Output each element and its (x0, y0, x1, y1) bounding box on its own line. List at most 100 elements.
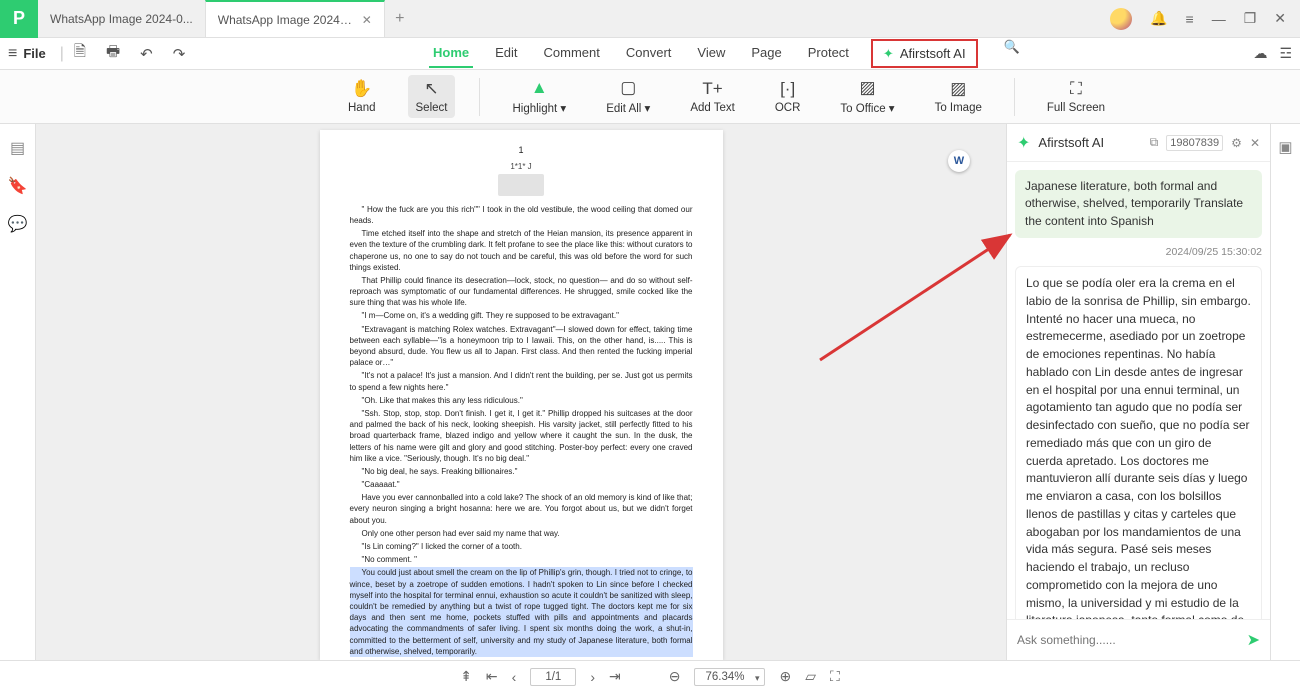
divider (1014, 78, 1015, 116)
document-tabs: WhatsApp Image 2024-0... WhatsApp Image … (38, 0, 1110, 37)
hamburger-icon[interactable]: ≡ (8, 45, 17, 63)
zoom-out-icon[interactable]: ⊖ (669, 668, 681, 685)
image-icon: ▨ (950, 79, 966, 99)
fit-width-icon[interactable]: ⛶ (830, 668, 840, 685)
page-header-image (498, 174, 544, 196)
right-sidebar: ▣ (1270, 124, 1300, 660)
minimize-icon[interactable]: — (1212, 11, 1226, 27)
ai-user-timestamp: 2024/09/25 15:30:02 (1015, 246, 1262, 258)
panel-icon[interactable]: ▣ (1278, 138, 1292, 156)
ribbon: ✋ Hand ↖ Select ▲ Highlight ▾ ▢ Edit All… (0, 70, 1300, 124)
ocr-icon: [·] (780, 79, 795, 99)
close-tab-icon[interactable]: ✕ (362, 13, 372, 27)
paragraph: "No big deal, he says. Freaking billiona… (350, 466, 693, 477)
ai-bot-message: Lo que se podía oler era la crema en el … (1015, 266, 1262, 619)
fit-page-icon[interactable]: ▱ (805, 668, 816, 685)
paragraph: "Ssh. Stop, stop, stop. Don't finish. I … (350, 408, 693, 464)
new-tab-button[interactable]: + (385, 0, 415, 37)
file-menu[interactable]: File (23, 46, 45, 61)
tool-fullscreen[interactable]: ⛶ Full Screen (1039, 75, 1113, 118)
titlebar: P WhatsApp Image 2024-0... WhatsApp Imag… (0, 0, 1300, 38)
zoom-in-icon[interactable]: ⊕ (779, 668, 791, 685)
send-icon[interactable]: ➤ (1247, 630, 1260, 650)
print-icon[interactable]: 🖶 (106, 41, 120, 66)
undo-icon[interactable]: ↶ (140, 45, 153, 63)
menu-edit[interactable]: Edit (491, 39, 521, 68)
page-number: 1 (350, 144, 693, 157)
tool-label: To Image (935, 102, 982, 114)
next-page-icon[interactable]: › (590, 669, 595, 685)
menu-protect[interactable]: Protect (804, 39, 853, 68)
menu-comment[interactable]: Comment (540, 39, 604, 68)
tool-hand[interactable]: ✋ Hand (340, 75, 384, 118)
paragraph: Have you ever cannonballed into a cold l… (350, 492, 693, 526)
tool-label: Add Text (690, 102, 735, 114)
paragraph: "It's not a palace! It's just a mansion.… (350, 370, 693, 392)
paragraph: Only one other person had ever said my n… (350, 528, 693, 539)
fullscreen-icon: ⛶ (1070, 79, 1082, 99)
tool-highlight[interactable]: ▲ Highlight ▾ (504, 74, 574, 119)
menu-view[interactable]: View (693, 39, 729, 68)
edit-icon: ▢ (620, 78, 636, 98)
prev-page-icon[interactable]: ‹ (512, 669, 517, 685)
tool-select[interactable]: ↖ Select (408, 75, 456, 118)
tool-ocr[interactable]: [·] OCR (767, 75, 809, 118)
redo-icon[interactable]: ↷ (173, 45, 186, 63)
paragraph: When I came out, there was a wedding and… (350, 659, 693, 660)
menu-page[interactable]: Page (747, 39, 785, 68)
status-bar: ⇞ ⇤ ‹ 1/1 › ⇥ ⊖ 76.34% ⊕ ▱ ⛶ (0, 660, 1300, 692)
copy-icon[interactable]: ⧉ (1150, 135, 1159, 150)
office-icon: ▨ (859, 78, 875, 98)
cloud-icon[interactable]: ☁ (1253, 45, 1267, 62)
ai-chat-body[interactable]: Japanese literature, both formal and oth… (1007, 162, 1270, 619)
ai-text-input[interactable] (1017, 633, 1239, 647)
first-page-icon[interactable]: ⇤ (486, 668, 498, 685)
tab-1[interactable]: WhatsApp Image 2024... * ✕ (205, 0, 385, 37)
word-export-icon[interactable]: W (948, 150, 970, 172)
page-indicator[interactable]: 1/1 (530, 668, 576, 686)
ai-button[interactable]: ✦ Afirstsoft AI (871, 39, 978, 68)
bell-icon[interactable]: 🔔 (1150, 10, 1167, 27)
paragraph: " How the fuck are you this rich"" I too… (350, 204, 693, 226)
tool-label: OCR (775, 102, 801, 114)
last-page-icon[interactable]: ⇥ (609, 668, 621, 685)
hand-icon: ✋ (351, 79, 372, 99)
ai-input-area: ➤ (1007, 619, 1270, 660)
tab-label: WhatsApp Image 2024... * (218, 13, 354, 27)
paragraph: "Oh. Like that makes this any less ridic… (350, 395, 693, 406)
close-icon[interactable]: ✕ (1274, 10, 1286, 27)
sparkle-icon: ✦ (1017, 133, 1030, 153)
document-viewport[interactable]: 1 1*1* J " How the fuck are you this ric… (36, 124, 1006, 660)
left-sidebar: ▤ 🔖 💬 (0, 124, 36, 660)
maximize-icon[interactable]: ❐ (1244, 10, 1257, 27)
thumbnail-icon[interactable]: ▤ (10, 138, 25, 158)
app-logo[interactable]: P (0, 0, 38, 38)
bookmark-icon[interactable]: 🔖 (8, 176, 28, 196)
panel-toggle-icon[interactable]: ☲ (1279, 45, 1292, 62)
scroll-top-icon[interactable]: ⇞ (460, 668, 472, 685)
search-icon[interactable]: 🔍 (1004, 39, 1020, 68)
tool-label: Edit All ▾ (606, 101, 650, 115)
menubar: ≡ File | 🗎 🖶 ↶ ↷ Home Edit Comment Conve… (0, 38, 1300, 70)
save-icon[interactable]: 🗎 (74, 41, 86, 66)
ai-session-code: 19807839 (1166, 135, 1223, 151)
comment-icon[interactable]: 💬 (8, 214, 28, 234)
main-menu: Home Edit Comment Convert View Page Prot… (429, 39, 1020, 68)
menu-icon[interactable]: ≡ (1186, 11, 1194, 27)
tab-0[interactable]: WhatsApp Image 2024-0... (38, 0, 205, 37)
menu-convert[interactable]: Convert (622, 39, 676, 68)
tool-add-text[interactable]: T+ Add Text (682, 75, 743, 118)
tool-to-office[interactable]: ▨ To Office ▾ (832, 74, 902, 119)
close-panel-icon[interactable]: ✕ (1250, 136, 1260, 150)
page-image-header: 1*1* J (350, 161, 693, 172)
gear-icon[interactable]: ⚙ (1231, 136, 1242, 150)
paragraph: "Caaaaat." (350, 479, 693, 490)
tool-edit-all[interactable]: ▢ Edit All ▾ (598, 74, 658, 119)
cursor-icon: ↖ (424, 79, 438, 99)
sparkle-icon: ✦ (883, 46, 894, 62)
menu-home[interactable]: Home (429, 39, 473, 68)
add-text-icon: T+ (702, 79, 722, 99)
tool-to-image[interactable]: ▨ To Image (927, 75, 990, 118)
zoom-level[interactable]: 76.34% (694, 668, 765, 686)
user-avatar-icon[interactable] (1110, 8, 1132, 30)
